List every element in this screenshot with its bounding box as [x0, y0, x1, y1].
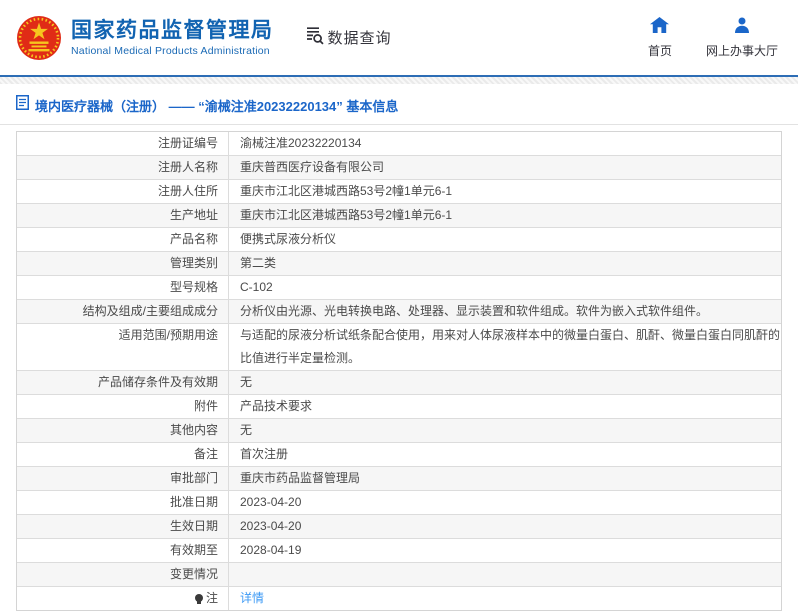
- breadcrumb-text: 境内医疗器械（注册） —— “渝械注准20232220134” 基本信息: [35, 98, 399, 114]
- table-row: 注册证编号 渝械注准20232220134: [17, 132, 781, 156]
- national-emblem-logo: [16, 15, 62, 61]
- nav-service-hall[interactable]: 网上办事大厅: [706, 17, 778, 59]
- person-icon: [734, 17, 750, 38]
- data-query-icon: [304, 25, 324, 50]
- row-value: 与适配的尿液分析试纸条配合使用，用来对人体尿液样本中的微量白蛋白、肌酐、微量白蛋…: [240, 328, 781, 365]
- row-value: 便携式尿液分析仪: [240, 232, 337, 246]
- row-value: 产品技术要求: [240, 399, 313, 413]
- data-query[interactable]: 数据查询: [304, 25, 392, 50]
- breadcrumb: 境内医疗器械（注册） —— “渝械注准20232220134” 基本信息: [0, 84, 798, 125]
- table-row: 审批部门 重庆市药品监督管理局: [17, 467, 781, 491]
- table-row: 产品储存条件及有效期无: [17, 371, 781, 395]
- row-label: 结构及组成/主要组成成分: [17, 300, 229, 323]
- table-row: 其他内容无: [17, 419, 781, 443]
- table-row: 注详情: [17, 587, 781, 610]
- row-label: 批准日期: [17, 491, 229, 514]
- row-label: 注册人名称: [17, 156, 229, 179]
- hatched-strip: [0, 77, 798, 84]
- table-row: 产品名称 便携式尿液分析仪: [17, 228, 781, 252]
- info-table: 注册证编号 渝械注准20232220134 注册人名称 重庆普西医疗设备有限公司 注册人…: [16, 131, 782, 611]
- row-value: 2023-04-20: [240, 519, 302, 533]
- document-icon: [16, 95, 29, 115]
- nav-home[interactable]: 首页: [647, 16, 672, 59]
- top-nav: 首页 网上办事大厅: [614, 16, 778, 59]
- row-label: 型号规格: [17, 276, 229, 299]
- row-value: [229, 563, 781, 586]
- row-label: 适用范围/预期用途: [17, 324, 229, 370]
- table-row: 附件 产品技术要求: [17, 395, 781, 419]
- row-value: 重庆市药品监督管理局: [240, 471, 361, 485]
- table-row: 适用范围/预期用途 与适配的尿液分析试纸条配合使用，用来对人体尿液样本中的微量白蛋…: [17, 324, 781, 371]
- row-value: 渝械注准20232220134: [240, 136, 362, 150]
- table-row: 生产地址 重庆市江北区港城西路53号2幢1单元6-1: [17, 204, 781, 228]
- row-label: 注册证编号: [17, 132, 229, 155]
- row-value: C-102: [240, 280, 273, 294]
- row-value: 重庆普西医疗设备有限公司: [240, 160, 385, 174]
- row-label: 有效期至: [17, 539, 229, 562]
- table-row: 批准日期 2023-04-20: [17, 491, 781, 515]
- row-label: 其他内容: [17, 419, 229, 442]
- row-value: 2028-04-19: [240, 543, 302, 557]
- detail-link[interactable]: 详情: [240, 591, 264, 605]
- row-label: 备注: [17, 443, 229, 466]
- table-row: 变更情况: [17, 563, 781, 587]
- nav-home-label: 首页: [647, 43, 672, 58]
- table-row: 型号规格 C-102: [17, 276, 781, 300]
- row-value: 第二类: [240, 256, 277, 270]
- site-subtitle: National Medical Products Administration: [71, 44, 270, 57]
- table-row: 结构及组成/主要组成成分 分析仪由光源、光电转换电路、处理器、显示装置和软件组成。…: [17, 300, 781, 324]
- table-row: 管理类别 第二类: [17, 252, 781, 276]
- home-icon: [650, 16, 670, 38]
- row-label: 注册人住所: [17, 180, 229, 203]
- site-title: 国家药品监督管理局: [71, 18, 274, 42]
- brand: 国家药品监督管理局 National Medical Products Admi…: [16, 15, 274, 61]
- row-label: 产品储存条件及有效期: [17, 371, 229, 394]
- table-row: 注册人住所 重庆市江北区港城西路53号2幢1单元6-1: [17, 180, 781, 204]
- row-label: 生效日期: [17, 515, 229, 538]
- row-value: 无: [240, 423, 253, 437]
- nav-service-hall-label: 网上办事大厅: [705, 43, 778, 58]
- site-header: 国家药品监督管理局 National Medical Products Admi…: [0, 0, 798, 75]
- row-value: 无: [240, 375, 253, 389]
- row-value: 重庆市江北区港城西路53号2幢1单元6-1: [240, 208, 453, 222]
- data-query-label: 数据查询: [327, 30, 392, 47]
- row-label: 注: [17, 587, 229, 610]
- row-label: 管理类别: [17, 252, 229, 275]
- row-label: 审批部门: [17, 467, 229, 490]
- brand-text: 国家药品监督管理局 National Medical Products Admi…: [71, 19, 274, 57]
- bulb-icon: [194, 594, 203, 604]
- row-value: 重庆市江北区港城西路53号2幢1单元6-1: [240, 184, 453, 198]
- row-value: 2023-04-20: [240, 495, 302, 509]
- row-label: 产品名称: [17, 228, 229, 251]
- row-label: 生产地址: [17, 204, 229, 227]
- table-row: 生效日期 2023-04-20: [17, 515, 781, 539]
- table-row: 有效期至 2028-04-19: [17, 539, 781, 563]
- table-row: 注册人名称 重庆普西医疗设备有限公司: [17, 156, 781, 180]
- row-value: 分析仪由光源、光电转换电路、处理器、显示装置和软件组成。软件为嵌入式软件组件。: [240, 304, 709, 318]
- row-value: 首次注册: [240, 447, 289, 461]
- row-label: 变更情况: [17, 563, 229, 586]
- row-label: 附件: [17, 395, 229, 418]
- table-row: 备注 首次注册: [17, 443, 781, 467]
